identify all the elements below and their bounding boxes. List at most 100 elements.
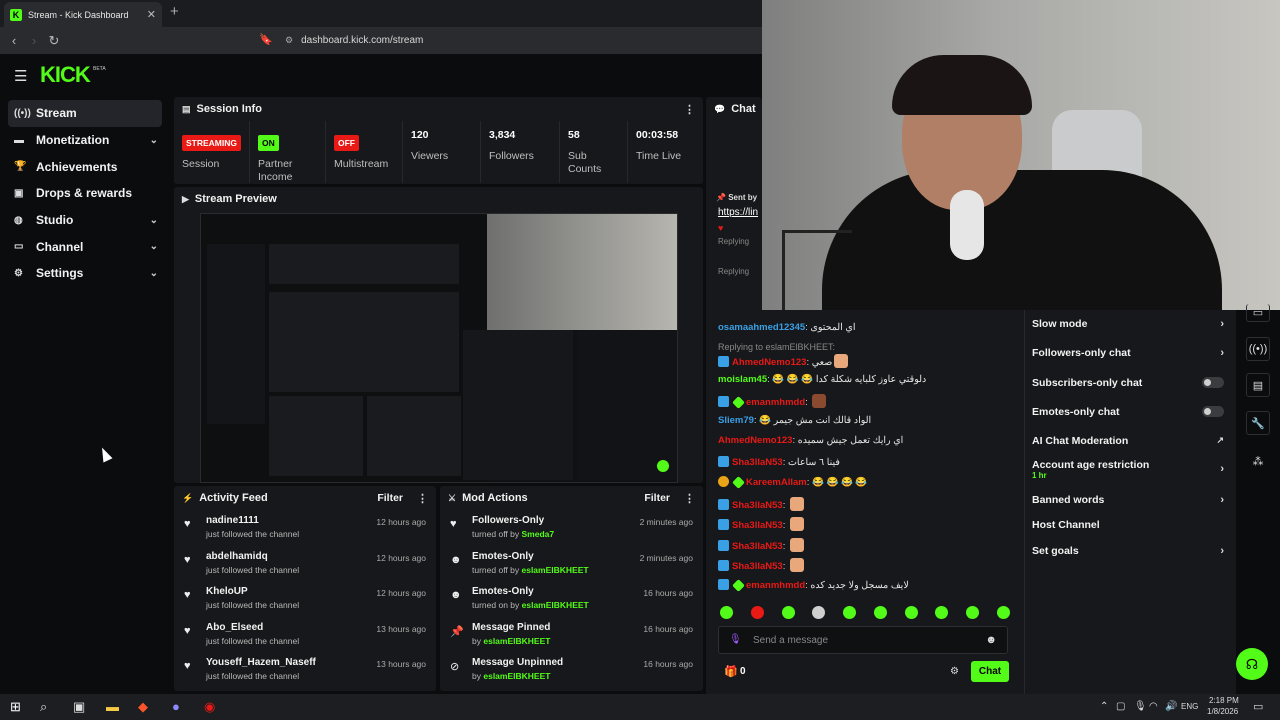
chat-username[interactable]: osamaahmed12345: [718, 322, 805, 333]
chat-username[interactable]: emanmhmdd: [746, 580, 805, 591]
notification-icon[interactable]: ▭: [1253, 700, 1263, 713]
chat-username[interactable]: Sha3llaN53: [732, 520, 783, 531]
wrench-icon[interactable]: 🔧: [1246, 411, 1270, 435]
more-options-icon[interactable]: ⋮: [684, 103, 695, 116]
list-item[interactable]: ♥ abdelhamidq just followed the channel …: [174, 546, 436, 582]
connections-icon[interactable]: ⁂: [1246, 449, 1270, 473]
emoji-icon[interactable]: ☻: [985, 634, 997, 646]
new-tab-button[interactable]: +: [170, 3, 179, 20]
menu-item-followers-only[interactable]: Followers-only chat ›: [1032, 347, 1230, 359]
brave-browser-icon[interactable]: ◆: [138, 699, 148, 715]
site-info-icon[interactable]: ⚙: [285, 35, 293, 46]
chat-message[interactable]: Sha3llaN53:: [718, 538, 1018, 552]
chat-message[interactable]: Sha3llaN53: فينا ٦ ساعات: [718, 456, 1018, 468]
chat-message[interactable]: Sha3llaN53:: [718, 497, 1018, 511]
search-icon[interactable]: ⌕: [40, 699, 47, 715]
clock-time[interactable]: 2:18 PM: [1209, 696, 1239, 705]
off-badge[interactable]: OFF: [334, 135, 359, 151]
emote-icon[interactable]: [781, 606, 795, 619]
moderator-name[interactable]: eslamElBKHEET: [483, 671, 550, 681]
chat-message[interactable]: Sliem79: 😂 الواد قالك انت مش جيمر: [718, 415, 1018, 426]
filter-button[interactable]: Filter: [644, 492, 670, 504]
emote-icon[interactable]: [720, 606, 733, 619]
chat-message[interactable]: Sha3llaN53:: [718, 558, 1018, 572]
pinned-link[interactable]: https://lin: [718, 207, 758, 218]
emotes-only-toggle[interactable]: [1202, 406, 1224, 417]
address-bar[interactable]: ⚙ dashboard.kick.com/stream: [255, 30, 762, 51]
chat-username[interactable]: Sha3llaN53: [732, 500, 783, 511]
microphone-icon[interactable]: 🎙: [1134, 701, 1147, 712]
broadcast-icon[interactable]: ((•)): [1246, 337, 1270, 361]
moderator-name[interactable]: eslamElBKHEET: [521, 565, 588, 575]
chat-message[interactable]: osamaahmed12345: اي المحتوى: [718, 322, 1018, 333]
chat-message[interactable]: KareemAllam: 😂 😂 😂 😂: [718, 476, 1018, 489]
chat-username[interactable]: Sha3llaN53: [732, 457, 783, 468]
clock-date[interactable]: 1/8/2026: [1207, 707, 1238, 716]
send-chat-button[interactable]: Chat: [971, 661, 1009, 682]
subscribers-only-toggle[interactable]: [1202, 377, 1224, 388]
emote-icon[interactable]: [812, 606, 826, 619]
gift-icon[interactable]: 🎁: [724, 665, 738, 678]
network-icon[interactable]: ▢: [1116, 701, 1125, 712]
filter-button[interactable]: Filter: [377, 492, 403, 504]
chat-username[interactable]: Sliem79: [718, 415, 754, 426]
chat-message[interactable]: AhmedNemo123: اي رايك تعمل جيش سميده: [718, 435, 1018, 446]
kick-logo[interactable]: KICK: [40, 62, 91, 88]
menu-item-banned-words[interactable]: Banned words ›: [1032, 494, 1230, 506]
emote-icon[interactable]: [904, 606, 918, 619]
menu-item-subscribers-only[interactable]: Subscribers-only chat: [1032, 377, 1230, 389]
menu-item-emotes-only[interactable]: Emotes-only chat: [1032, 406, 1230, 418]
sidebar-item-stream[interactable]: ((•)) Stream: [8, 100, 162, 127]
emote-icon[interactable]: [966, 606, 980, 619]
reload-icon[interactable]: ↻: [44, 33, 64, 49]
moderator-name[interactable]: eslamElBKHEET: [522, 600, 589, 610]
forward-icon[interactable]: ›: [24, 33, 44, 48]
chat-username[interactable]: AhmedNemo123: [718, 435, 792, 446]
app-icon[interactable]: ●: [172, 699, 180, 714]
windows-start-icon[interactable]: ⊞: [10, 699, 21, 715]
language-indicator[interactable]: ENG: [1181, 702, 1198, 711]
list-item[interactable]: ♥ Youseff_Hazem_Naseff just followed the…: [174, 652, 436, 688]
sidebar-item-channel[interactable]: ▭ Channel ⌄: [0, 233, 170, 260]
list-item[interactable]: ♥ nadine1111 just followed the channel 1…: [174, 510, 436, 546]
gear-icon[interactable]: ⚙: [950, 666, 959, 677]
list-item[interactable]: ☻ Emotes-Only turned off by eslamElBKHEE…: [440, 546, 703, 582]
sidebar-item-settings[interactable]: ⚙ Settings ⌄: [0, 260, 170, 287]
sidebar-item-monetization[interactable]: ▬ Monetization ⌄: [0, 127, 170, 154]
volume-icon[interactable]: 🔊: [1165, 701, 1177, 712]
menu-item-set-goals[interactable]: Set goals ›: [1032, 545, 1230, 557]
menu-icon[interactable]: ☰: [14, 67, 27, 85]
stream-preview-video[interactable]: [200, 213, 678, 483]
chat-message[interactable]: moislam45: 😂 😂 😂 دلوقتي عاوز كلبايه شكلة…: [718, 374, 1018, 385]
chat-username[interactable]: moislam45: [718, 374, 767, 385]
emote-icon[interactable]: [843, 606, 857, 619]
browser-tab[interactable]: K Stream - Kick Dashboard ✕: [4, 2, 162, 27]
more-options-icon[interactable]: ⋮: [684, 492, 695, 505]
menu-item-host-channel[interactable]: Host Channel: [1032, 519, 1230, 531]
moderator-name[interactable]: eslamElBKHEET: [483, 636, 550, 646]
task-view-icon[interactable]: ▣: [73, 699, 85, 715]
list-item[interactable]: ♥ Abo_Elseed just followed the channel 1…: [174, 617, 436, 653]
chat-username[interactable]: emanmhmdd: [746, 397, 805, 408]
chat-message[interactable]: Sha3llaN53:: [718, 517, 1018, 531]
wifi-icon[interactable]: ◠: [1149, 701, 1158, 712]
menu-item-ai-moderation[interactable]: AI Chat Moderation ↗: [1032, 435, 1230, 447]
chat-message[interactable]: emanmhmdd:: [718, 394, 1018, 409]
menu-item-account-age[interactable]: Account age restriction 1 hr ›: [1032, 459, 1230, 480]
tab-close-icon[interactable]: ✕: [147, 8, 156, 21]
sidebar-item-achievements[interactable]: 🏆 Achievements: [0, 153, 170, 180]
chat-username[interactable]: AhmedNemo123: [732, 357, 806, 368]
list-item[interactable]: ⊘ Message Unpinned by eslamElBKHEET 16 h…: [440, 652, 703, 688]
toolbar-button[interactable]: ▭: [1246, 304, 1270, 322]
list-item[interactable]: ♥ KheloUP just followed the channel 12 h…: [174, 581, 436, 617]
chat-username[interactable]: Sha3llaN53: [732, 541, 783, 552]
on-badge[interactable]: ON: [258, 135, 279, 151]
layout-icon[interactable]: ▤: [1246, 373, 1270, 397]
sidebar-item-drops[interactable]: ▣ Drops & rewards: [0, 180, 170, 207]
list-item[interactable]: ☻ Emotes-Only turned on by eslamElBKHEET…: [440, 581, 703, 617]
chat-username[interactable]: Sha3llaN53: [732, 561, 783, 572]
moderator-name[interactable]: Smeda7: [521, 529, 554, 539]
file-explorer-icon[interactable]: ▬: [106, 699, 119, 714]
emote-icon[interactable]: [873, 606, 887, 619]
chevron-up-icon[interactable]: ⌃: [1100, 701, 1108, 712]
